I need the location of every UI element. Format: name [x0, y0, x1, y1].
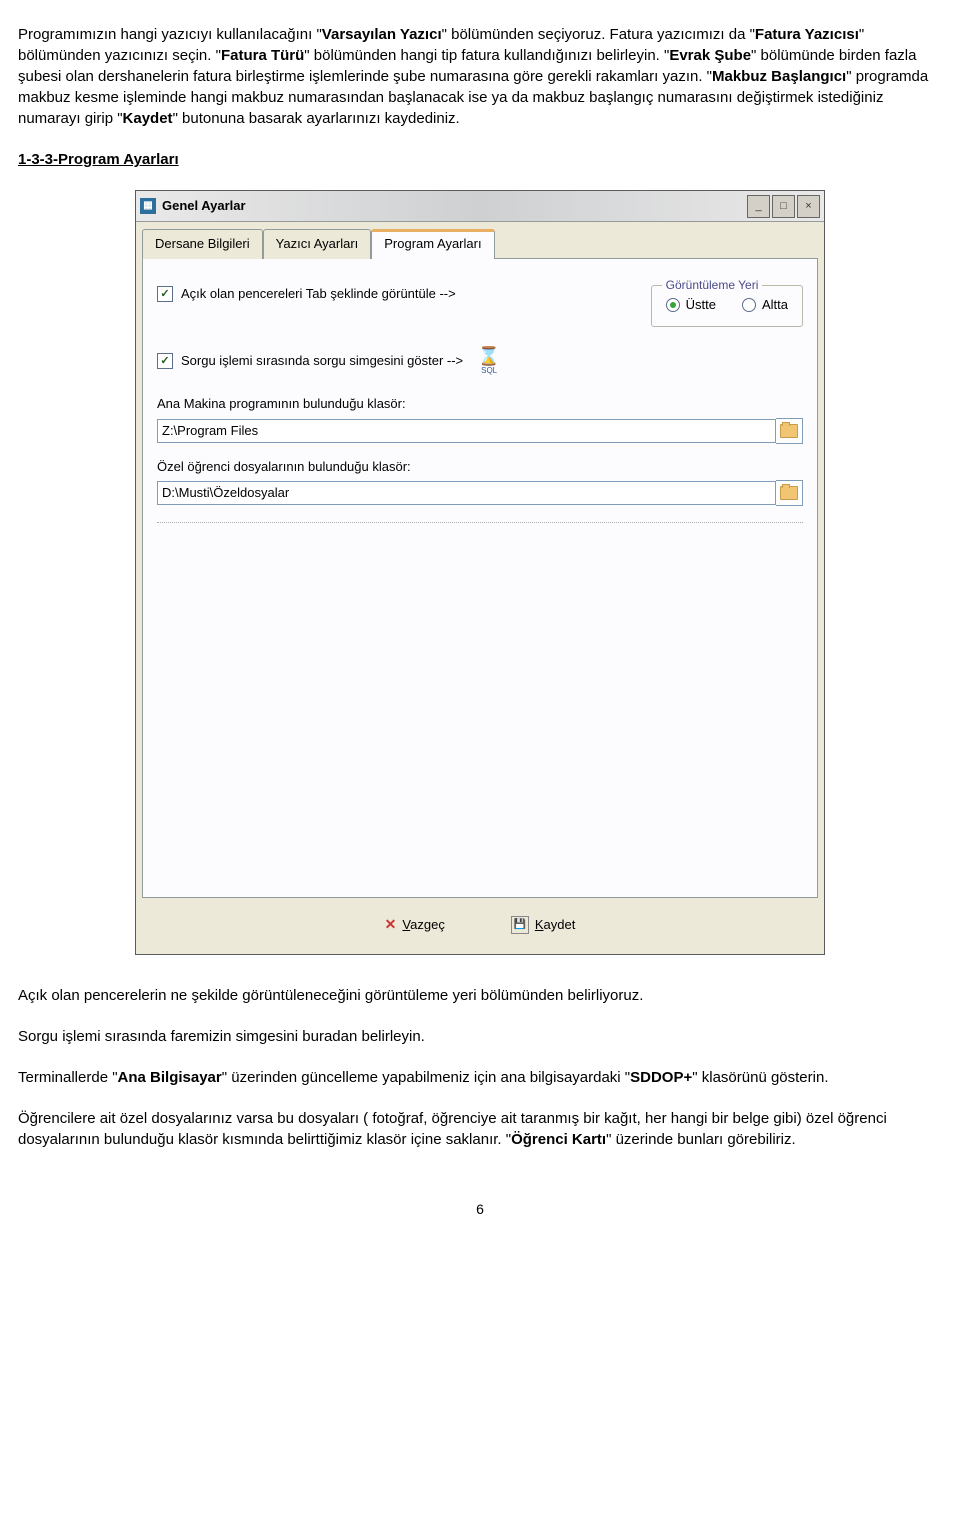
vazgec-button[interactable]: ✕ Vazgeç — [372, 910, 458, 940]
p3a: Terminallerde " — [18, 1069, 118, 1086]
p4b: " üzerinde bunları görebiliriz. — [606, 1131, 796, 1148]
checkbox-sorgu-label: Sorgu işlemi sırasında sorgu simgesini g… — [181, 352, 463, 370]
radio-ustte-label: Üstte — [686, 296, 716, 314]
fatura-yazicisi: Fatura Yazıcısı — [755, 26, 859, 43]
page-number: 6 — [18, 1200, 942, 1220]
genel-ayarlar-window: ▦ Genel Ayarlar _ □ × Dersane Bilgileri … — [135, 190, 825, 955]
ana-makina-label: Ana Makina programının bulunduğu klasör: — [157, 395, 803, 413]
sql-hourglass-icon: ⌛ SQL — [473, 345, 505, 377]
goruntuleme-yeri-group: Görüntüleme Yeri Üstte Altta — [651, 285, 803, 327]
titlebar: ▦ Genel Ayarlar _ □ × — [136, 191, 824, 222]
tab-dersane-bilgileri[interactable]: Dersane Bilgileri — [142, 229, 263, 259]
evrak-sube: Evrak Şube — [669, 47, 751, 64]
browse-ozel-ogrenci-button[interactable] — [776, 480, 803, 506]
intro-paragraph: Programımızın hangi yazıcıyı kullanılaca… — [18, 24, 942, 129]
ozel-ogrenci-label: Özel öğrenci dosyalarının bulunduğu klas… — [157, 458, 803, 476]
close-button[interactable]: × — [797, 195, 820, 218]
sddop-bold: SDDOP+ — [630, 1069, 692, 1086]
ozel-ogrenci-input[interactable]: D:\Musti\Özeldosyalar — [157, 481, 776, 505]
para-1: Açık olan pencerelerin ne şekilde görünt… — [18, 985, 942, 1006]
para-4: Öğrencilere ait özel dosyalarınız varsa … — [18, 1108, 942, 1150]
tab-bar: Dersane Bilgileri Yazıcı Ayarları Progra… — [142, 228, 824, 258]
para-3: Terminallerde "Ana Bilgisayar" üzerinden… — [18, 1067, 942, 1088]
checkbox-tab-label: Açık olan pencereleri Tab şeklinde görün… — [181, 285, 456, 303]
dialog-footer: ✕ Vazgeç 💾 Kaydet — [136, 904, 824, 954]
kaydet-suffix: aydet — [544, 917, 576, 932]
folder-icon — [780, 424, 798, 438]
varsayilan-yazici: Varsayılan Yazıcı — [322, 26, 442, 43]
tab-panel: Açık olan pencereleri Tab şeklinde görün… — [142, 258, 818, 898]
kaydet-word: Kaydet — [123, 110, 173, 127]
ana-makina-input[interactable]: Z:\Program Files — [157, 419, 776, 443]
fatura-turu: Fatura Türü — [221, 47, 304, 64]
divider — [157, 522, 803, 523]
app-icon: ▦ — [140, 198, 156, 214]
p3c: " klasörünü gösterin. — [692, 1069, 828, 1086]
makbuz-baslangici: Makbuz Başlangıcı — [712, 68, 846, 85]
checkbox-sorgu-simgesi[interactable] — [157, 353, 173, 369]
ana-bilgisayar-bold: Ana Bilgisayar — [118, 1069, 222, 1086]
tab-yazici-ayarlari[interactable]: Yazıcı Ayarları — [263, 229, 372, 259]
maximize-button[interactable]: □ — [772, 195, 795, 218]
section-heading: 1-3-3-Program Ayarları — [18, 149, 942, 170]
folder-icon — [780, 486, 798, 500]
cancel-icon: ✕ — [385, 915, 397, 935]
para-2: Sorgu işlemi sırasında faremizin simgesi… — [18, 1026, 942, 1047]
group-legend: Görüntüleme Yeri — [662, 277, 763, 294]
p3b: " üzerinden güncelleme yapabilmeniz için… — [222, 1069, 630, 1086]
radio-ustte[interactable] — [666, 298, 680, 312]
radio-altta[interactable] — [742, 298, 756, 312]
window-title: Genel Ayarlar — [162, 197, 745, 215]
checkbox-tab-goruntule[interactable] — [157, 286, 173, 302]
ogrenci-karti-bold: Öğrenci Kartı — [511, 1131, 606, 1148]
browse-ana-makina-button[interactable] — [776, 418, 803, 444]
tab-program-ayarlari[interactable]: Program Ayarları — [371, 229, 494, 259]
minimize-button[interactable]: _ — [747, 195, 770, 218]
sql-text: SQL — [481, 365, 497, 376]
vazgec-suffix: azgeç — [410, 917, 445, 932]
radio-altta-label: Altta — [762, 296, 788, 314]
kaydet-button[interactable]: 💾 Kaydet — [498, 910, 588, 940]
save-icon: 💾 — [511, 916, 529, 934]
